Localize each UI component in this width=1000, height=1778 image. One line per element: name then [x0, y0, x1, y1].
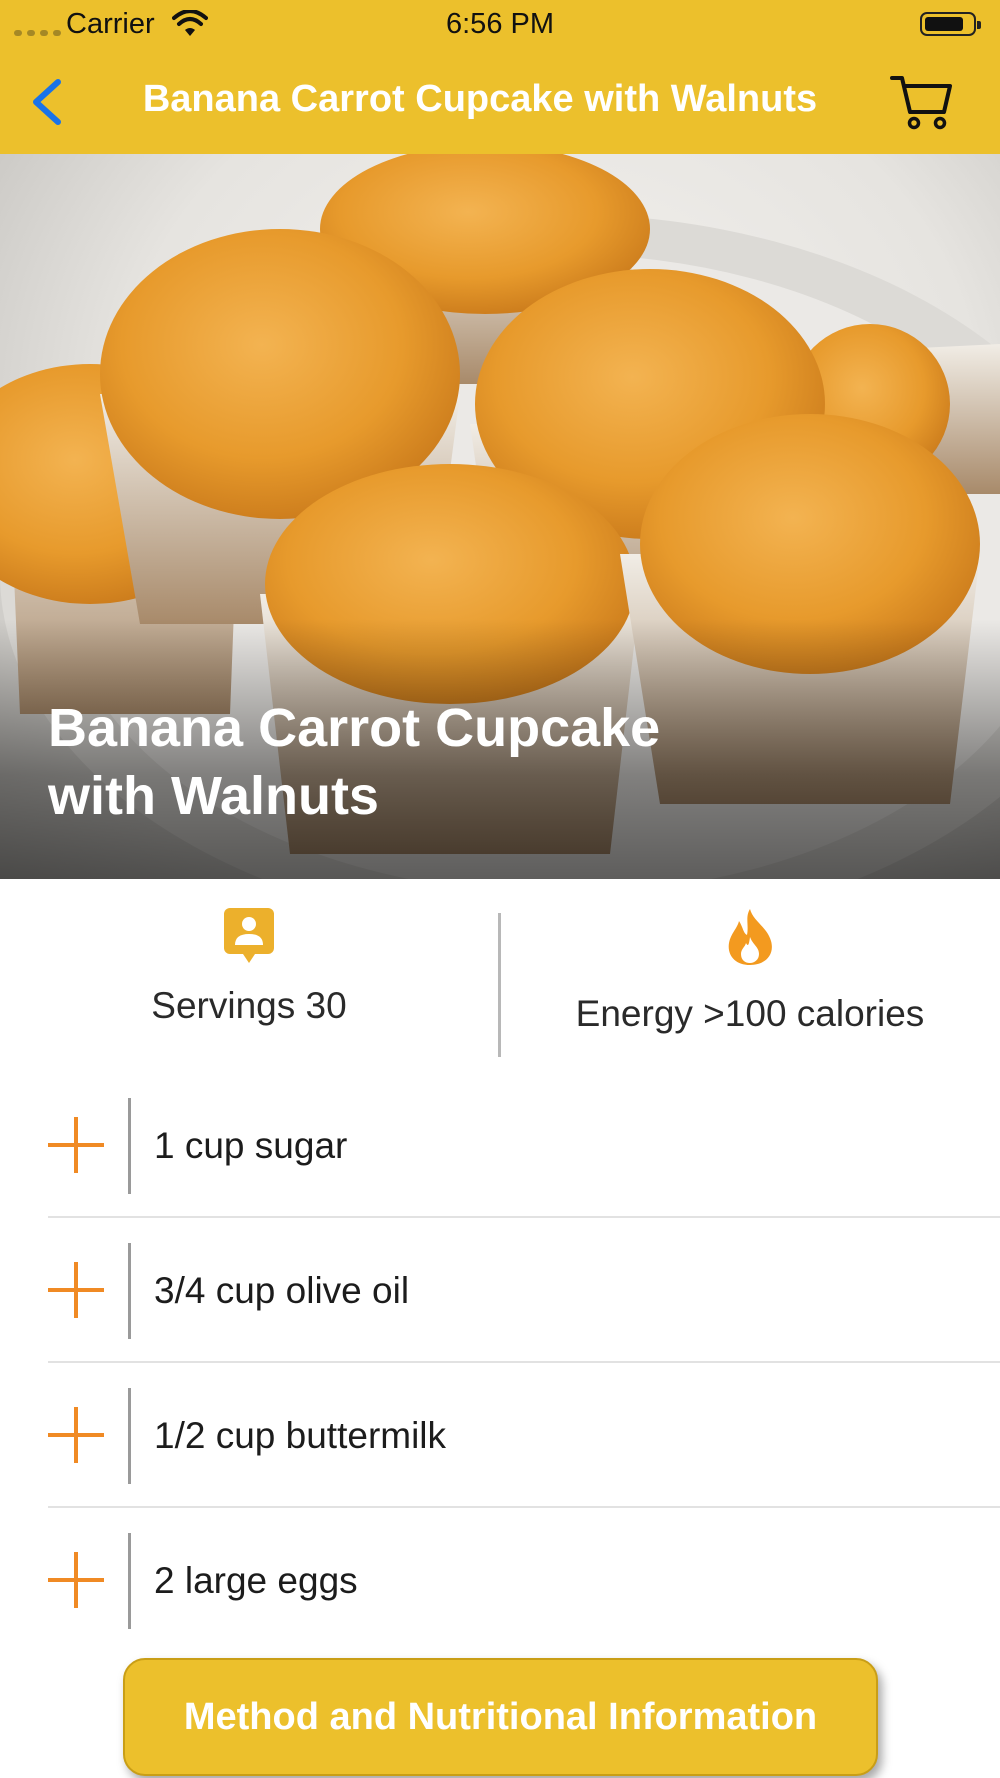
person-badge-icon — [224, 908, 274, 963]
hero-image: Banana Carrot Cupcake with Walnuts — [0, 154, 1000, 879]
ingredient-row: 1/2 cup buttermilk — [0, 1370, 1000, 1515]
energy-label: Energy >100 calories — [575, 993, 925, 1034]
chevron-left-icon — [33, 79, 61, 125]
servings-info: Servings 30 — [0, 907, 498, 1027]
row-divider — [128, 1098, 131, 1194]
cart-icon — [890, 76, 952, 130]
ingredient-list: 1 cup sugar 3/4 cup olive oil 1/2 cup bu… — [0, 1080, 1000, 1660]
plus-icon[interactable] — [46, 1550, 106, 1610]
row-divider — [128, 1533, 131, 1629]
top-bar: Carrier 6:56 PM Banana Carrot Cupcake wi… — [0, 0, 1000, 154]
back-button[interactable] — [22, 70, 78, 134]
row-separator — [48, 1361, 1000, 1363]
plus-icon[interactable] — [46, 1115, 106, 1175]
plus-icon[interactable] — [46, 1405, 106, 1465]
battery-icon — [920, 12, 981, 36]
nav-bar: Banana Carrot Cupcake with Walnuts — [0, 50, 1000, 154]
ingredient-text: 1/2 cup buttermilk — [154, 1415, 447, 1456]
recipe-info: Servings 30 Energy >100 calories — [0, 879, 1000, 1064]
row-separator — [48, 1506, 1000, 1508]
method-nutrition-button[interactable]: Method and Nutritional Information — [123, 1658, 878, 1776]
row-separator — [48, 1216, 1000, 1218]
hero-title: Banana Carrot Cupcake with Walnuts — [48, 698, 661, 826]
row-divider — [128, 1388, 131, 1484]
flame-icon — [728, 909, 772, 965]
status-bar: Carrier 6:56 PM — [0, 0, 1000, 50]
servings-label: Servings 30 — [151, 985, 347, 1026]
ingredient-row: 1 cup sugar — [0, 1080, 1000, 1225]
status-time: 6:56 PM — [446, 8, 554, 40]
ingredient-row: 2 large eggs — [0, 1515, 1000, 1660]
cart-button[interactable] — [890, 72, 954, 132]
row-divider — [128, 1243, 131, 1339]
nav-title: Banana Carrot Cupcake with Walnuts — [142, 78, 818, 120]
plus-icon[interactable] — [46, 1260, 106, 1320]
ingredient-text: 2 large eggs — [154, 1560, 358, 1601]
method-nutrition-label: Method and Nutritional Information — [183, 1695, 818, 1738]
ingredient-row: 3/4 cup olive oil — [0, 1225, 1000, 1370]
ingredient-text: 3/4 cup olive oil — [154, 1270, 410, 1311]
energy-info: Energy >100 calories — [501, 907, 999, 1035]
ingredient-text: 1 cup sugar — [154, 1125, 348, 1166]
